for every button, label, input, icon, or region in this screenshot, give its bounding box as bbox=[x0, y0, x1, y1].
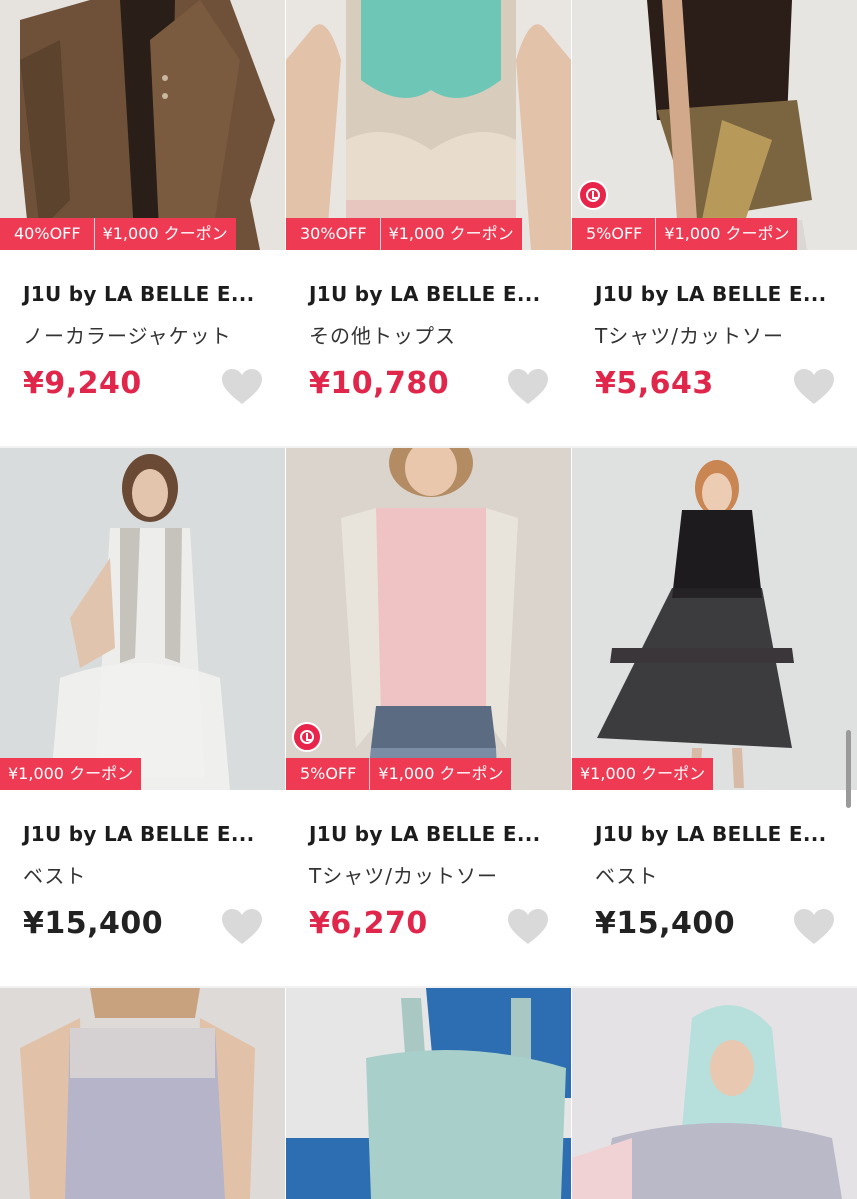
clock-icon bbox=[292, 722, 322, 752]
product-category[interactable]: ベスト bbox=[23, 860, 273, 889]
product-category[interactable]: Tシャツ/カットソー bbox=[595, 320, 845, 349]
scrollbar[interactable] bbox=[846, 730, 851, 808]
product-price: ¥15,400 bbox=[23, 906, 164, 941]
brand-name[interactable]: J1U by LA BELLE E... bbox=[595, 282, 845, 306]
product-image[interactable] bbox=[572, 0, 857, 250]
discount-badge: 40%OFF bbox=[0, 218, 95, 250]
coupon-badge: ¥1,000 クーポン bbox=[572, 758, 714, 790]
heart-icon[interactable] bbox=[507, 908, 549, 946]
product-price: ¥15,400 bbox=[595, 906, 736, 941]
product-card[interactable] bbox=[0, 988, 285, 1199]
product-card[interactable]: ¥1,000 クーポン J1U by LA BELLE E... ベスト ¥15… bbox=[572, 448, 857, 988]
product-category[interactable]: ノーカラージャケット bbox=[23, 320, 273, 349]
brand-name[interactable]: J1U by LA BELLE E... bbox=[309, 822, 559, 846]
discount-badge: 5%OFF bbox=[286, 758, 371, 790]
heart-icon[interactable] bbox=[793, 368, 835, 406]
product-card[interactable]: 5%OFF ¥1,000 クーポン J1U by LA BELLE E... T… bbox=[286, 448, 571, 988]
coupon-badge: ¥1,000 クーポン bbox=[380, 218, 522, 250]
coupon-badge: ¥1,000 クーポン bbox=[0, 758, 142, 790]
product-category[interactable]: ベスト bbox=[595, 860, 845, 889]
discount-badge: 5%OFF bbox=[572, 218, 657, 250]
product-image[interactable] bbox=[0, 448, 285, 790]
product-price: ¥5,643 bbox=[595, 366, 714, 401]
product-image[interactable] bbox=[286, 0, 571, 250]
brand-name[interactable]: J1U by LA BELLE E... bbox=[23, 822, 273, 846]
brand-name[interactable]: J1U by LA BELLE E... bbox=[309, 282, 559, 306]
product-card[interactable]: ¥1,000 クーポン J1U by LA BELLE E... ベスト ¥15… bbox=[0, 448, 285, 988]
product-price: ¥6,270 bbox=[309, 906, 428, 941]
product-image[interactable] bbox=[286, 448, 571, 790]
product-category[interactable]: Tシャツ/カットソー bbox=[309, 860, 559, 889]
product-image[interactable] bbox=[572, 448, 857, 790]
coupon-badge: ¥1,000 クーポン bbox=[94, 218, 236, 250]
brand-name[interactable]: J1U by LA BELLE E... bbox=[23, 282, 273, 306]
product-image[interactable] bbox=[0, 0, 285, 250]
product-price: ¥10,780 bbox=[309, 366, 450, 401]
product-card[interactable] bbox=[286, 988, 571, 1199]
coupon-badge: ¥1,000 クーポン bbox=[656, 218, 798, 250]
heart-icon[interactable] bbox=[793, 908, 835, 946]
product-price: ¥9,240 bbox=[23, 366, 142, 401]
heart-icon[interactable] bbox=[507, 368, 549, 406]
heart-icon[interactable] bbox=[221, 908, 263, 946]
product-category[interactable]: その他トップス bbox=[309, 320, 559, 349]
product-image[interactable] bbox=[286, 988, 571, 1199]
coupon-badge: ¥1,000 クーポン bbox=[370, 758, 512, 790]
discount-badge: 30%OFF bbox=[286, 218, 381, 250]
brand-name[interactable]: J1U by LA BELLE E... bbox=[595, 822, 845, 846]
heart-icon[interactable] bbox=[221, 368, 263, 406]
clock-icon bbox=[578, 180, 608, 210]
product-card[interactable] bbox=[572, 988, 857, 1199]
product-image[interactable] bbox=[572, 988, 857, 1199]
product-image[interactable] bbox=[0, 988, 285, 1199]
